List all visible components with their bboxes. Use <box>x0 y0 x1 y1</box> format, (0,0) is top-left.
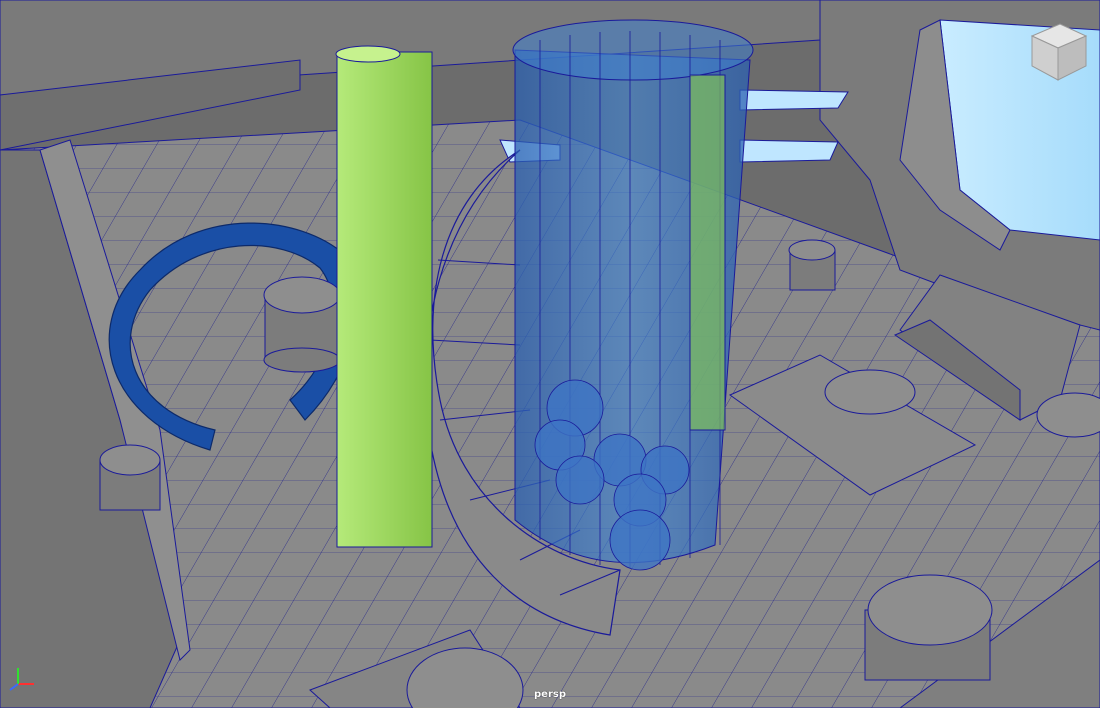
camera-label: persp <box>534 689 566 700</box>
disc-floor[interactable] <box>824 369 916 415</box>
scene-canvas[interactable] <box>0 0 1100 708</box>
selected-green-cylinder[interactable] <box>335 45 433 548</box>
cylinder-bottom-right[interactable] <box>864 574 993 681</box>
perspective-viewport[interactable]: persp <box>0 0 1100 708</box>
cylinder-back-right[interactable] <box>788 239 836 291</box>
cylinder-front-left[interactable] <box>99 444 161 511</box>
cylinder-back-left[interactable] <box>263 276 341 373</box>
shelf-middle <box>739 139 839 163</box>
view-cube[interactable] <box>1024 20 1094 92</box>
green-pillar-rear[interactable] <box>689 74 726 431</box>
shelf-upper <box>739 89 849 111</box>
